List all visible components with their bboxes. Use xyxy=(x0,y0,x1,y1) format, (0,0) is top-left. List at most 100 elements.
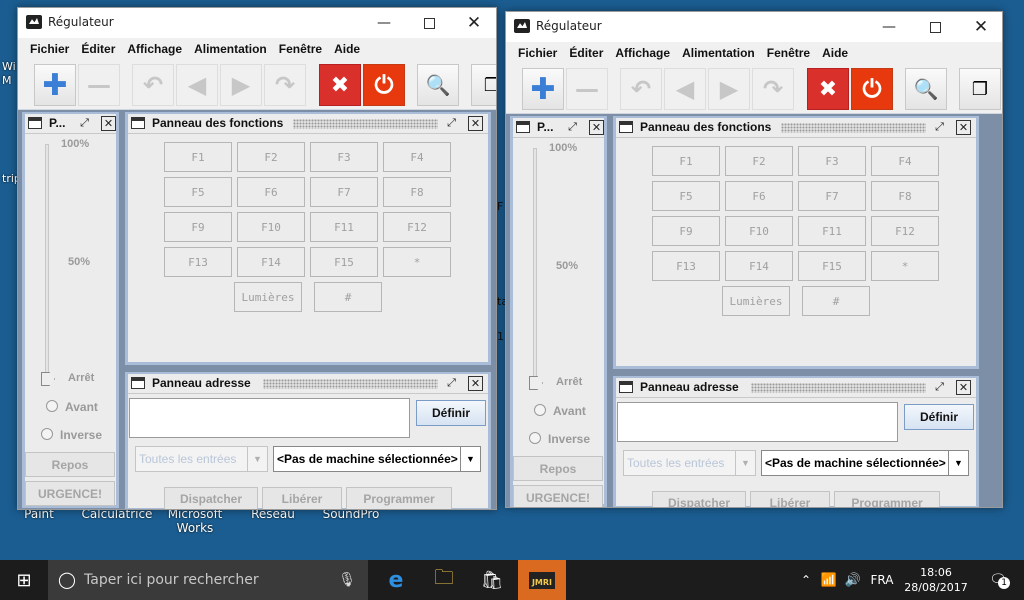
function-button-f15[interactable]: F15 xyxy=(798,251,866,281)
function-button-f9[interactable]: F9 xyxy=(652,216,720,246)
roster-combo[interactable]: Toutes les entrées ▼ xyxy=(623,450,756,476)
jmri-taskbar-button[interactable]: JMRI xyxy=(518,560,566,600)
function-button-f6[interactable]: F6 xyxy=(237,177,305,207)
menu-affichage[interactable]: Affichage xyxy=(609,46,676,60)
function-button-f13[interactable]: F13 xyxy=(164,247,232,277)
function-button-f12[interactable]: F12 xyxy=(383,212,451,242)
drag-grip[interactable] xyxy=(781,123,926,133)
definir-button[interactable]: Définir xyxy=(904,404,974,430)
notification-center-icon[interactable]: 🗨1 xyxy=(978,560,1018,600)
windows-icon[interactable]: ❐ xyxy=(471,64,496,106)
emergency-stop-icon[interactable]: ✖ xyxy=(319,64,361,106)
function-button-f14[interactable]: F14 xyxy=(237,247,305,277)
function-button-f7[interactable]: F7 xyxy=(798,181,866,211)
lights-button[interactable]: Lumières xyxy=(722,286,790,316)
function-button-f10[interactable]: F10 xyxy=(725,216,793,246)
minimize-button[interactable]: — xyxy=(361,8,407,38)
menu-fichier[interactable]: Fichier xyxy=(512,46,563,60)
function-button-f4[interactable]: F4 xyxy=(871,146,939,176)
menu-fenetre[interactable]: Fenêtre xyxy=(761,46,816,60)
file-explorer-icon[interactable]: 🗀 xyxy=(420,560,468,600)
close-button[interactable]: ✕ xyxy=(451,8,496,38)
drag-grip[interactable] xyxy=(751,383,926,393)
dispatcher-button[interactable]: Dispatcher xyxy=(164,487,258,509)
hash-button[interactable]: # xyxy=(802,286,870,316)
windows-icon[interactable]: ❐ xyxy=(959,68,1001,110)
speed-slider[interactable] xyxy=(45,144,49,384)
function-button-star[interactable]: * xyxy=(383,247,451,277)
function-button-f13[interactable]: F13 xyxy=(652,251,720,281)
add-throttle-button[interactable]: ✚ xyxy=(522,68,564,110)
power-icon[interactable]: ⏻ xyxy=(851,68,893,110)
edge-browser-icon[interactable]: e xyxy=(372,560,420,600)
microphone-icon[interactable]: 🎙 xyxy=(338,560,356,600)
title-bar[interactable]: Régulateur — ✕ xyxy=(506,12,1002,42)
radio-avant[interactable]: Avant xyxy=(46,400,98,414)
undo-icon[interactable]: ↶ xyxy=(132,64,174,106)
dispatcher-button[interactable]: Dispatcher xyxy=(652,491,746,507)
liberer-button[interactable]: Libérer xyxy=(750,491,830,507)
function-button-f4[interactable]: F4 xyxy=(383,142,451,172)
programmer-button[interactable]: Programmer xyxy=(346,487,452,509)
close-frame-icon[interactable]: ✕ xyxy=(468,116,483,131)
menu-fichier[interactable]: Fichier xyxy=(24,42,75,56)
function-button-f12[interactable]: F12 xyxy=(871,216,939,246)
close-frame-icon[interactable]: ✕ xyxy=(101,116,116,131)
machine-combo[interactable]: <Pas de machine sélectionnée> ▼ xyxy=(761,450,969,476)
remove-throttle-button[interactable]: — xyxy=(78,64,120,106)
function-button-f10[interactable]: F10 xyxy=(237,212,305,242)
emergency-stop-icon[interactable]: ✖ xyxy=(807,68,849,110)
repos-button[interactable]: Repos xyxy=(25,452,115,477)
function-button-f5[interactable]: F5 xyxy=(164,177,232,207)
function-button-f8[interactable]: F8 xyxy=(383,177,451,207)
menu-fenetre[interactable]: Fenêtre xyxy=(273,42,328,56)
next-arrow-icon[interactable]: ▶ xyxy=(708,68,750,110)
title-bar[interactable]: Régulateur — ✕ xyxy=(18,8,496,38)
start-windows-icon[interactable]: ⊞ xyxy=(0,560,48,600)
drag-grip[interactable] xyxy=(293,119,438,129)
restore-frame-icon[interactable]: ⤢ xyxy=(932,380,947,395)
slider-thumb[interactable] xyxy=(529,376,543,390)
maximize-button[interactable] xyxy=(406,8,452,38)
add-throttle-button[interactable]: ✚ xyxy=(34,64,76,106)
urgence-button[interactable]: URGENCE! xyxy=(513,485,603,507)
restore-frame-icon[interactable]: ⤢ xyxy=(444,376,459,391)
show-hidden-icons-chevron-icon[interactable]: ⌃ xyxy=(796,560,816,600)
function-button-f1[interactable]: F1 xyxy=(164,142,232,172)
close-frame-icon[interactable]: ✕ xyxy=(589,120,604,135)
desktop-icon-works[interactable]: Microsoft Works xyxy=(155,507,235,535)
radio-avant[interactable]: Avant xyxy=(534,404,586,418)
inspect-magnifier-icon[interactable]: 🔍 xyxy=(905,68,947,110)
liberer-button[interactable]: Libérer xyxy=(262,487,342,509)
menu-affichage[interactable]: Affichage xyxy=(121,42,188,56)
language-indicator[interactable]: FRA xyxy=(866,560,898,600)
function-button-f8[interactable]: F8 xyxy=(871,181,939,211)
definir-button[interactable]: Définir xyxy=(416,400,486,426)
power-icon[interactable]: ⏻ xyxy=(363,64,405,106)
function-button-star[interactable]: * xyxy=(871,251,939,281)
lights-button[interactable]: Lumières xyxy=(234,282,302,312)
restore-frame-icon[interactable]: ⤢ xyxy=(565,120,580,135)
function-button-f2[interactable]: F2 xyxy=(237,142,305,172)
speed-slider[interactable] xyxy=(533,148,537,388)
function-button-f6[interactable]: F6 xyxy=(725,181,793,211)
store-icon[interactable]: 🛍 xyxy=(468,560,516,600)
inspect-magnifier-icon[interactable]: 🔍 xyxy=(417,64,459,106)
roster-combo[interactable]: Toutes les entrées ▼ xyxy=(135,446,268,472)
minimize-button[interactable]: — xyxy=(866,12,912,42)
network-icon[interactable]: 📶 xyxy=(818,560,840,600)
remove-throttle-button[interactable]: — xyxy=(566,68,608,110)
slider-thumb[interactable] xyxy=(41,372,55,386)
restore-frame-icon[interactable]: ⤢ xyxy=(77,116,92,131)
menu-editer[interactable]: Éditer xyxy=(563,46,609,60)
machine-combo[interactable]: <Pas de machine sélectionnée> ▼ xyxy=(273,446,481,472)
function-button-f1[interactable]: F1 xyxy=(652,146,720,176)
search-input[interactable]: ◯ Taper ici pour rechercher 🎙 xyxy=(48,560,368,600)
function-button-f15[interactable]: F15 xyxy=(310,247,378,277)
close-frame-icon[interactable]: ✕ xyxy=(956,380,971,395)
drag-grip[interactable] xyxy=(263,379,438,389)
close-frame-icon[interactable]: ✕ xyxy=(956,120,971,135)
clock[interactable]: 18:06 28/08/2017 xyxy=(900,560,972,600)
repos-button[interactable]: Repos xyxy=(513,456,603,481)
menu-aide[interactable]: Aide xyxy=(816,46,854,60)
